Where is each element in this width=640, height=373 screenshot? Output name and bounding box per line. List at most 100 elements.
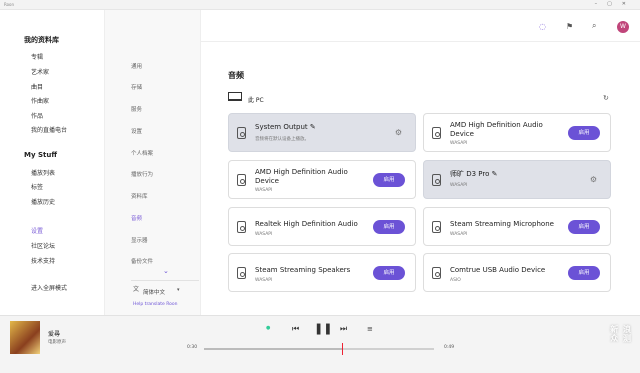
track-title[interactable]: 爱尋	[48, 329, 60, 338]
status-dot-icon: ●	[266, 325, 271, 331]
album-cover[interactable]	[10, 321, 40, 354]
sidebar-item-tags[interactable]: 标签	[31, 182, 43, 191]
chevron-down-icon[interactable]: ⌄	[163, 268, 169, 275]
device-subtitle: WASAPI	[255, 232, 273, 237]
device-card[interactable]: Comtrue USB Audio Device ASIO 启用	[423, 253, 611, 292]
enable-button[interactable]: 启用	[568, 220, 600, 234]
sidebar-item-history[interactable]: 播放历史	[31, 197, 55, 206]
queue-icon[interactable]: ≡	[367, 326, 373, 333]
avatar[interactable]: W	[617, 21, 629, 33]
sidebar-item-community[interactable]: 社区论坛	[31, 241, 55, 250]
speaker-icon	[237, 127, 246, 139]
nav-setup[interactable]: 设置	[131, 127, 142, 135]
sidebar-item-albums[interactable]: 专辑	[31, 52, 43, 61]
seek-handle[interactable]	[342, 343, 343, 355]
device-card[interactable]: AMD High Definition Audio Device WASAPI …	[423, 113, 611, 152]
gear-icon[interactable]: ⚙	[590, 175, 597, 184]
window-controls[interactable]: –▢✕	[595, 1, 636, 7]
previous-icon[interactable]: ⏮	[292, 325, 299, 333]
device-name: Steam Streaming Speakers	[255, 266, 351, 274]
speaker-icon	[237, 267, 246, 279]
device-subtitle: WASAPI	[450, 232, 468, 237]
bookmark-icon[interactable]: ⚑	[566, 23, 573, 31]
settings-nav: 通用 存储 服务 设置 个人档案 播放行为 资料库 音频 显示器 备份文件 ⌄ …	[105, 10, 201, 315]
nav-storage[interactable]: 存储	[131, 83, 142, 91]
enable-button[interactable]: 启用	[373, 173, 405, 187]
nav-playback[interactable]: 播放行为	[131, 170, 153, 178]
pencil-icon[interactable]: ✎	[492, 170, 498, 178]
caret-down-icon[interactable]: ▾	[177, 288, 180, 293]
device-card[interactable]: Steam Streaming Microphone WASAPI 启用	[423, 207, 611, 246]
speaker-icon	[432, 127, 441, 139]
enable-button[interactable]: 启用	[568, 266, 600, 280]
sidebar-item-playlists[interactable]: 播放列表	[31, 168, 55, 177]
language-icon: 文	[133, 286, 140, 293]
device-card[interactable]: Realtek High Definition Audio WASAPI 启用	[228, 207, 416, 246]
speaker-icon	[432, 221, 441, 233]
gear-icon[interactable]: ⚙	[395, 128, 402, 137]
device-name: AMD High Definition Audio Device	[255, 168, 348, 185]
watermark: 新 浪众 测	[610, 325, 632, 343]
library-heading: 我的资料库	[24, 36, 59, 44]
speaker-icon	[237, 174, 246, 186]
sidebar-item-composers[interactable]: 作曲家	[31, 96, 49, 105]
search-icon[interactable]: ⌕	[592, 22, 596, 30]
device-subtitle: 音频将在默认设备上播放。	[255, 137, 309, 142]
speaker-icon	[432, 267, 441, 279]
refresh-icon[interactable]: ↻	[603, 95, 609, 102]
nav-displays[interactable]: 显示器	[131, 236, 148, 244]
sidebar-item-support[interactable]: 技术支持	[31, 256, 55, 265]
sidebar-item-tracks[interactable]: 曲目	[31, 82, 43, 91]
loading-spinner-icon: ◌	[539, 22, 546, 31]
sidebar-item-settings[interactable]: 设置	[31, 226, 43, 235]
device-name: Realtek High Definition Audio	[255, 220, 358, 228]
fullscreen-button[interactable]: 进入全屏模式	[31, 283, 67, 292]
enable-button[interactable]: 启用	[373, 220, 405, 234]
player-bar: 爱尋 电影原声 ● ⏮ ❚❚ ⏭ ≡ 0:30 0:49	[0, 315, 640, 373]
enable-button[interactable]: 启用	[373, 266, 405, 280]
enable-button[interactable]: 启用	[568, 126, 600, 140]
nav-profile[interactable]: 个人档案	[131, 149, 153, 157]
device-subtitle: WASAPI	[450, 183, 468, 188]
device-card[interactable]: 师旷 D3 Pro ✎ WASAPI ⚙	[423, 160, 611, 199]
seek-bar[interactable]	[204, 343, 434, 355]
device-subtitle: WASAPI	[450, 141, 468, 146]
section-label: 此 PC	[248, 97, 264, 104]
sidebar-item-works[interactable]: 作品	[31, 111, 43, 120]
nav-services[interactable]: 服务	[131, 105, 142, 113]
sidebar-item-live-radio[interactable]: 我的直播电台	[31, 125, 67, 134]
page-title: 音频	[228, 71, 244, 80]
album-name[interactable]: 电影原声	[48, 339, 66, 345]
app-title: Roon	[4, 2, 15, 7]
nav-backups[interactable]: 备份文件	[131, 257, 153, 265]
speaker-icon	[237, 221, 246, 233]
nav-library[interactable]: 资料库	[131, 192, 148, 200]
device-name: Comtrue USB Audio Device	[450, 266, 546, 274]
duration-time: 0:49	[444, 345, 455, 350]
next-icon[interactable]: ⏭	[340, 325, 347, 333]
divider	[131, 280, 199, 281]
device-card[interactable]: Steam Streaming Speakers WASAPI 启用	[228, 253, 416, 292]
library-sidebar: 我的资料库 专辑 艺术家 曲目 作曲家 作品 我的直播电台 My Stuff 播…	[0, 10, 105, 315]
mystuff-heading: My Stuff	[24, 151, 58, 159]
nav-audio[interactable]: 音频	[131, 214, 142, 222]
device-card[interactable]: System Output ✎ 音频将在默认设备上播放。 ⚙	[228, 113, 416, 152]
seek-progress	[204, 348, 342, 350]
device-card[interactable]: AMD High Definition Audio Device WASAPI …	[228, 160, 416, 199]
elapsed-time: 0:30	[187, 345, 198, 350]
device-subtitle: ASIO	[450, 278, 461, 283]
translate-link[interactable]: Help translate Roon	[133, 302, 178, 307]
language-select[interactable]: 简体中文	[143, 288, 165, 296]
device-name: Steam Streaming Microphone	[450, 220, 554, 228]
sidebar-item-artists[interactable]: 艺术家	[31, 67, 49, 76]
device-name: System Output ✎	[255, 123, 316, 131]
device-name: AMD High Definition Audio Device	[450, 121, 543, 138]
pc-icon	[228, 92, 242, 101]
pencil-icon[interactable]: ✎	[310, 123, 316, 131]
device-subtitle: WASAPI	[255, 278, 273, 283]
pause-icon[interactable]: ❚❚	[314, 323, 332, 334]
nav-general[interactable]: 通用	[131, 62, 142, 70]
device-name: 师旷 D3 Pro ✎	[450, 170, 498, 178]
audio-settings-panel: 音频 此 PC ↻ System Output ✎ 音频将在默认设备上播放。 ⚙…	[201, 42, 640, 315]
device-subtitle: WASAPI	[255, 188, 273, 193]
